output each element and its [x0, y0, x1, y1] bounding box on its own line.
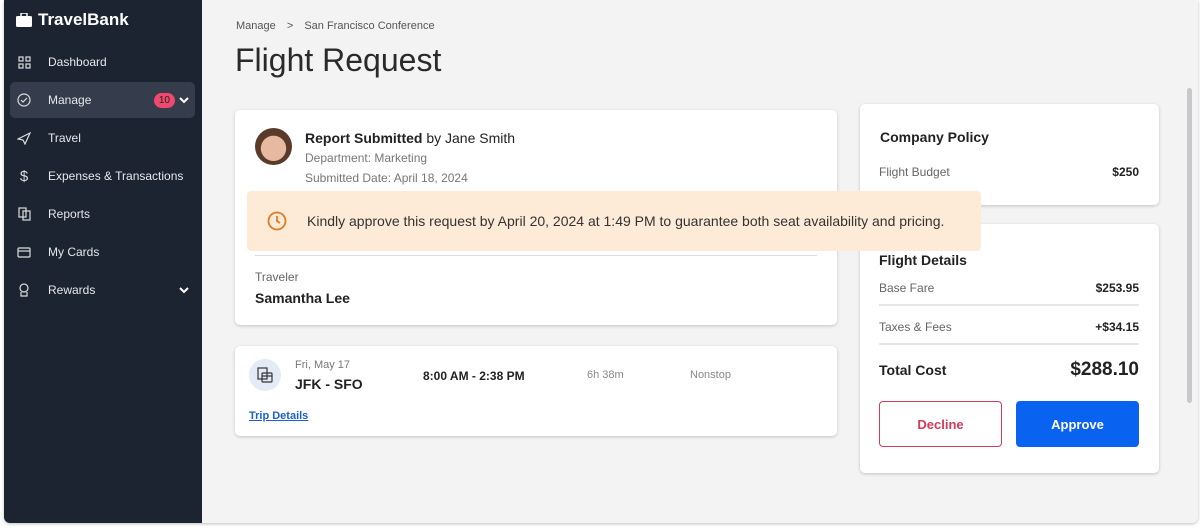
taxes-value: +$34.15 — [1095, 320, 1139, 334]
page-title: Flight Request — [235, 42, 442, 78]
flight-stops: Nonstop — [690, 369, 731, 381]
sidebar-item-reports[interactable]: Reports — [10, 196, 195, 232]
report-title: Report Submitted by Jane Smith — [305, 130, 515, 146]
total-row: Total Cost $288.10 — [879, 359, 1139, 381]
decline-button[interactable]: Decline — [879, 401, 1002, 447]
traveler-name: Samantha Lee — [255, 290, 350, 306]
sidebar-item-label: Expenses & Transactions — [48, 169, 184, 183]
total-label: Total Cost — [879, 362, 947, 378]
sidebar-item-my-cards[interactable]: My Cards — [10, 234, 195, 270]
taxes-row: Taxes & Fees +$34.15 — [879, 320, 1139, 334]
flight-card: Fri, May 17 JFK - SFO 8:00 AM - 2:38 PM … — [235, 346, 837, 436]
plane-icon — [16, 130, 32, 146]
base-fare-label: Base Fare — [879, 281, 935, 295]
trip-details-link[interactable]: Trip Details — [249, 410, 308, 422]
breadcrumb-manage[interactable]: Manage — [236, 20, 276, 32]
flight-route: JFK - SFO — [295, 376, 363, 392]
sidebar-nav: Dashboard Manage 10 Travel $ Expenses & … — [10, 44, 195, 310]
flight-date: Fri, May 17 — [295, 359, 351, 371]
flight-duration: 6h 38m — [587, 369, 624, 381]
sidebar-item-rewards[interactable]: Rewards — [10, 272, 195, 308]
sidebar-item-label: Travel — [48, 131, 81, 145]
count-badge: 10 — [153, 92, 175, 108]
details-title: Flight Details — [879, 252, 967, 268]
sidebar-item-expenses[interactable]: $ Expenses & Transactions — [10, 158, 195, 194]
total-value: $288.10 — [1070, 359, 1139, 380]
flight-budget-row: Flight Budget $250 — [879, 165, 1139, 179]
approve-button[interactable]: Approve — [1016, 401, 1139, 447]
breadcrumb: Manage > San Francisco Conference — [236, 20, 443, 32]
base-fare-value: $253.95 — [1095, 281, 1139, 295]
base-fare-row: Base Fare $253.95 — [879, 281, 1139, 295]
sidebar-item-label: Reports — [48, 207, 91, 221]
flight-ticket-icon — [249, 359, 281, 391]
sidebar-item-dashboard[interactable]: Dashboard — [10, 44, 195, 80]
logo[interactable]: TravelBank — [16, 10, 129, 30]
clock-icon — [267, 211, 287, 231]
sidebar-item-label: Dashboard — [48, 55, 107, 69]
chevron-down-icon[interactable] — [179, 286, 189, 294]
traveler-label: Traveler — [255, 270, 299, 284]
sidebar-item-travel[interactable]: Travel — [10, 120, 195, 156]
dashboard-icon — [16, 54, 32, 70]
divider — [879, 304, 1139, 306]
reports-icon — [16, 206, 32, 222]
sidebar-item-manage[interactable]: Manage 10 — [10, 82, 195, 118]
sidebar-item-label: Manage — [48, 93, 92, 107]
sidebar: TravelBank Dashboard Manage 10 Travel $ … — [4, 0, 202, 523]
alert-text: Kindly approve this request by April 20,… — [307, 213, 945, 229]
award-icon — [16, 282, 32, 298]
main-content: Manage > San Francisco Conference Flight… — [202, 0, 1198, 523]
app-window: TravelBank Dashboard Manage 10 Travel $ … — [4, 0, 1198, 523]
check-circle-icon — [16, 92, 32, 108]
report-submitter: by Jane Smith — [422, 130, 516, 146]
app-name: TravelBank — [38, 10, 129, 29]
divider — [879, 343, 1139, 345]
policy-title: Company Policy — [880, 129, 989, 145]
briefcase-icon — [16, 13, 32, 27]
taxes-label: Taxes & Fees — [879, 320, 952, 334]
sidebar-item-label: My Cards — [48, 245, 100, 259]
flight-details-card: Flight Details Base Fare $253.95 Taxes & … — [860, 224, 1159, 473]
breadcrumb-current: San Francisco Conference — [304, 20, 435, 32]
breadcrumb-separator: > — [286, 20, 294, 32]
divider — [255, 255, 817, 256]
submitted-date: Submitted Date: April 18, 2024 — [305, 171, 468, 185]
avatar — [255, 128, 292, 165]
chevron-down-icon[interactable] — [179, 96, 189, 104]
card-icon — [16, 244, 32, 260]
budget-value: $250 — [1112, 165, 1139, 179]
approval-deadline-alert: Kindly approve this request by April 20,… — [247, 191, 981, 251]
sidebar-item-label: Rewards — [48, 283, 96, 297]
report-status: Report Submitted — [305, 130, 423, 146]
scrollbar[interactable] — [1187, 88, 1192, 403]
budget-label: Flight Budget — [879, 165, 950, 179]
flight-time: 8:00 AM - 2:38 PM — [423, 369, 525, 383]
company-policy-card: Company Policy Flight Budget $250 — [860, 104, 1159, 205]
department: Department: Marketing — [305, 151, 428, 165]
dollar-icon: $ — [19, 167, 29, 185]
